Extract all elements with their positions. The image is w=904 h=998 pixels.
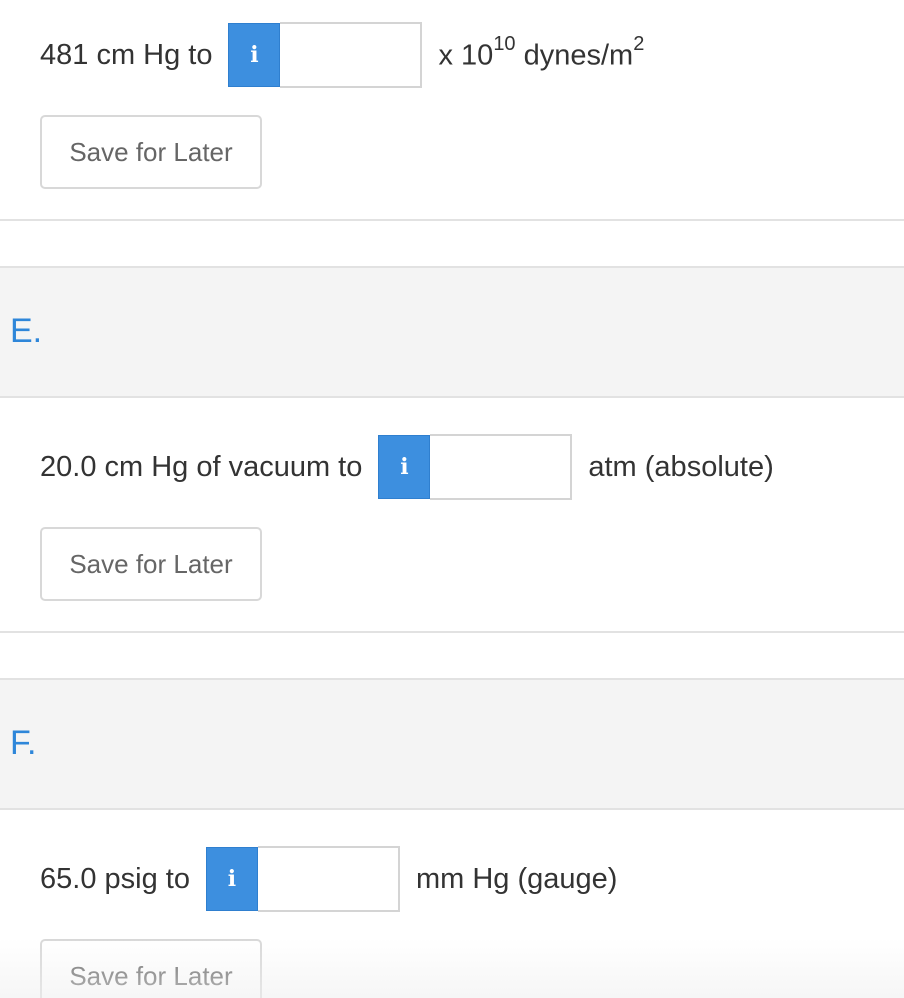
question-d-prompt: 481 cm Hg to	[40, 38, 213, 71]
question-d-unit-mid: dynes/m	[515, 39, 634, 72]
question-d-unit-exponent-2: 2	[633, 33, 645, 56]
part-e-label: E.	[10, 312, 43, 350]
part-f-label: F.	[10, 724, 37, 762]
question-e-row: 20.0 cm Hg of vacuum to i atm (absolute)	[40, 434, 774, 500]
question-f-info-button[interactable]: i	[205, 847, 258, 911]
question-e-save-button[interactable]: Save for Later	[40, 527, 262, 601]
question-f-save-button[interactable]: Save for Later	[40, 939, 262, 998]
question-d-row: 481 cm Hg to i x 1010 dynes/m2	[40, 22, 644, 88]
question-d-save-button[interactable]: Save for Later	[40, 115, 262, 189]
part-e-header: E.	[0, 266, 904, 398]
question-d-info-button[interactable]: i	[228, 23, 281, 87]
question-f-answer-input[interactable]	[257, 846, 400, 912]
question-e-prompt: 20.0 cm Hg of vacuum to	[40, 450, 363, 483]
question-d-answer-input[interactable]	[280, 22, 423, 88]
question-f-row: 65.0 psig to i mm Hg (gauge)	[40, 846, 617, 912]
section-divider	[0, 219, 904, 221]
question-d-unit-exponent: 10	[493, 33, 516, 56]
question-d-unit: x 1010 dynes/m2	[438, 33, 644, 73]
part-f-header: F.	[0, 678, 904, 810]
section-divider	[0, 631, 904, 633]
question-f-unit: mm Hg (gauge)	[415, 862, 618, 895]
info-icon: i	[400, 454, 409, 480]
question-e-unit: atm (absolute)	[588, 450, 774, 483]
question-f-prompt: 65.0 psig to	[40, 862, 190, 895]
info-icon: i	[227, 866, 237, 892]
question-e-info-button[interactable]: i	[378, 435, 431, 499]
info-icon: i	[250, 42, 259, 68]
question-d-unit-prefix: x 10	[438, 39, 494, 72]
page: 481 cm Hg to i x 1010 dynes/m2 Save for …	[0, 0, 904, 998]
question-e-answer-input[interactable]	[430, 434, 573, 500]
